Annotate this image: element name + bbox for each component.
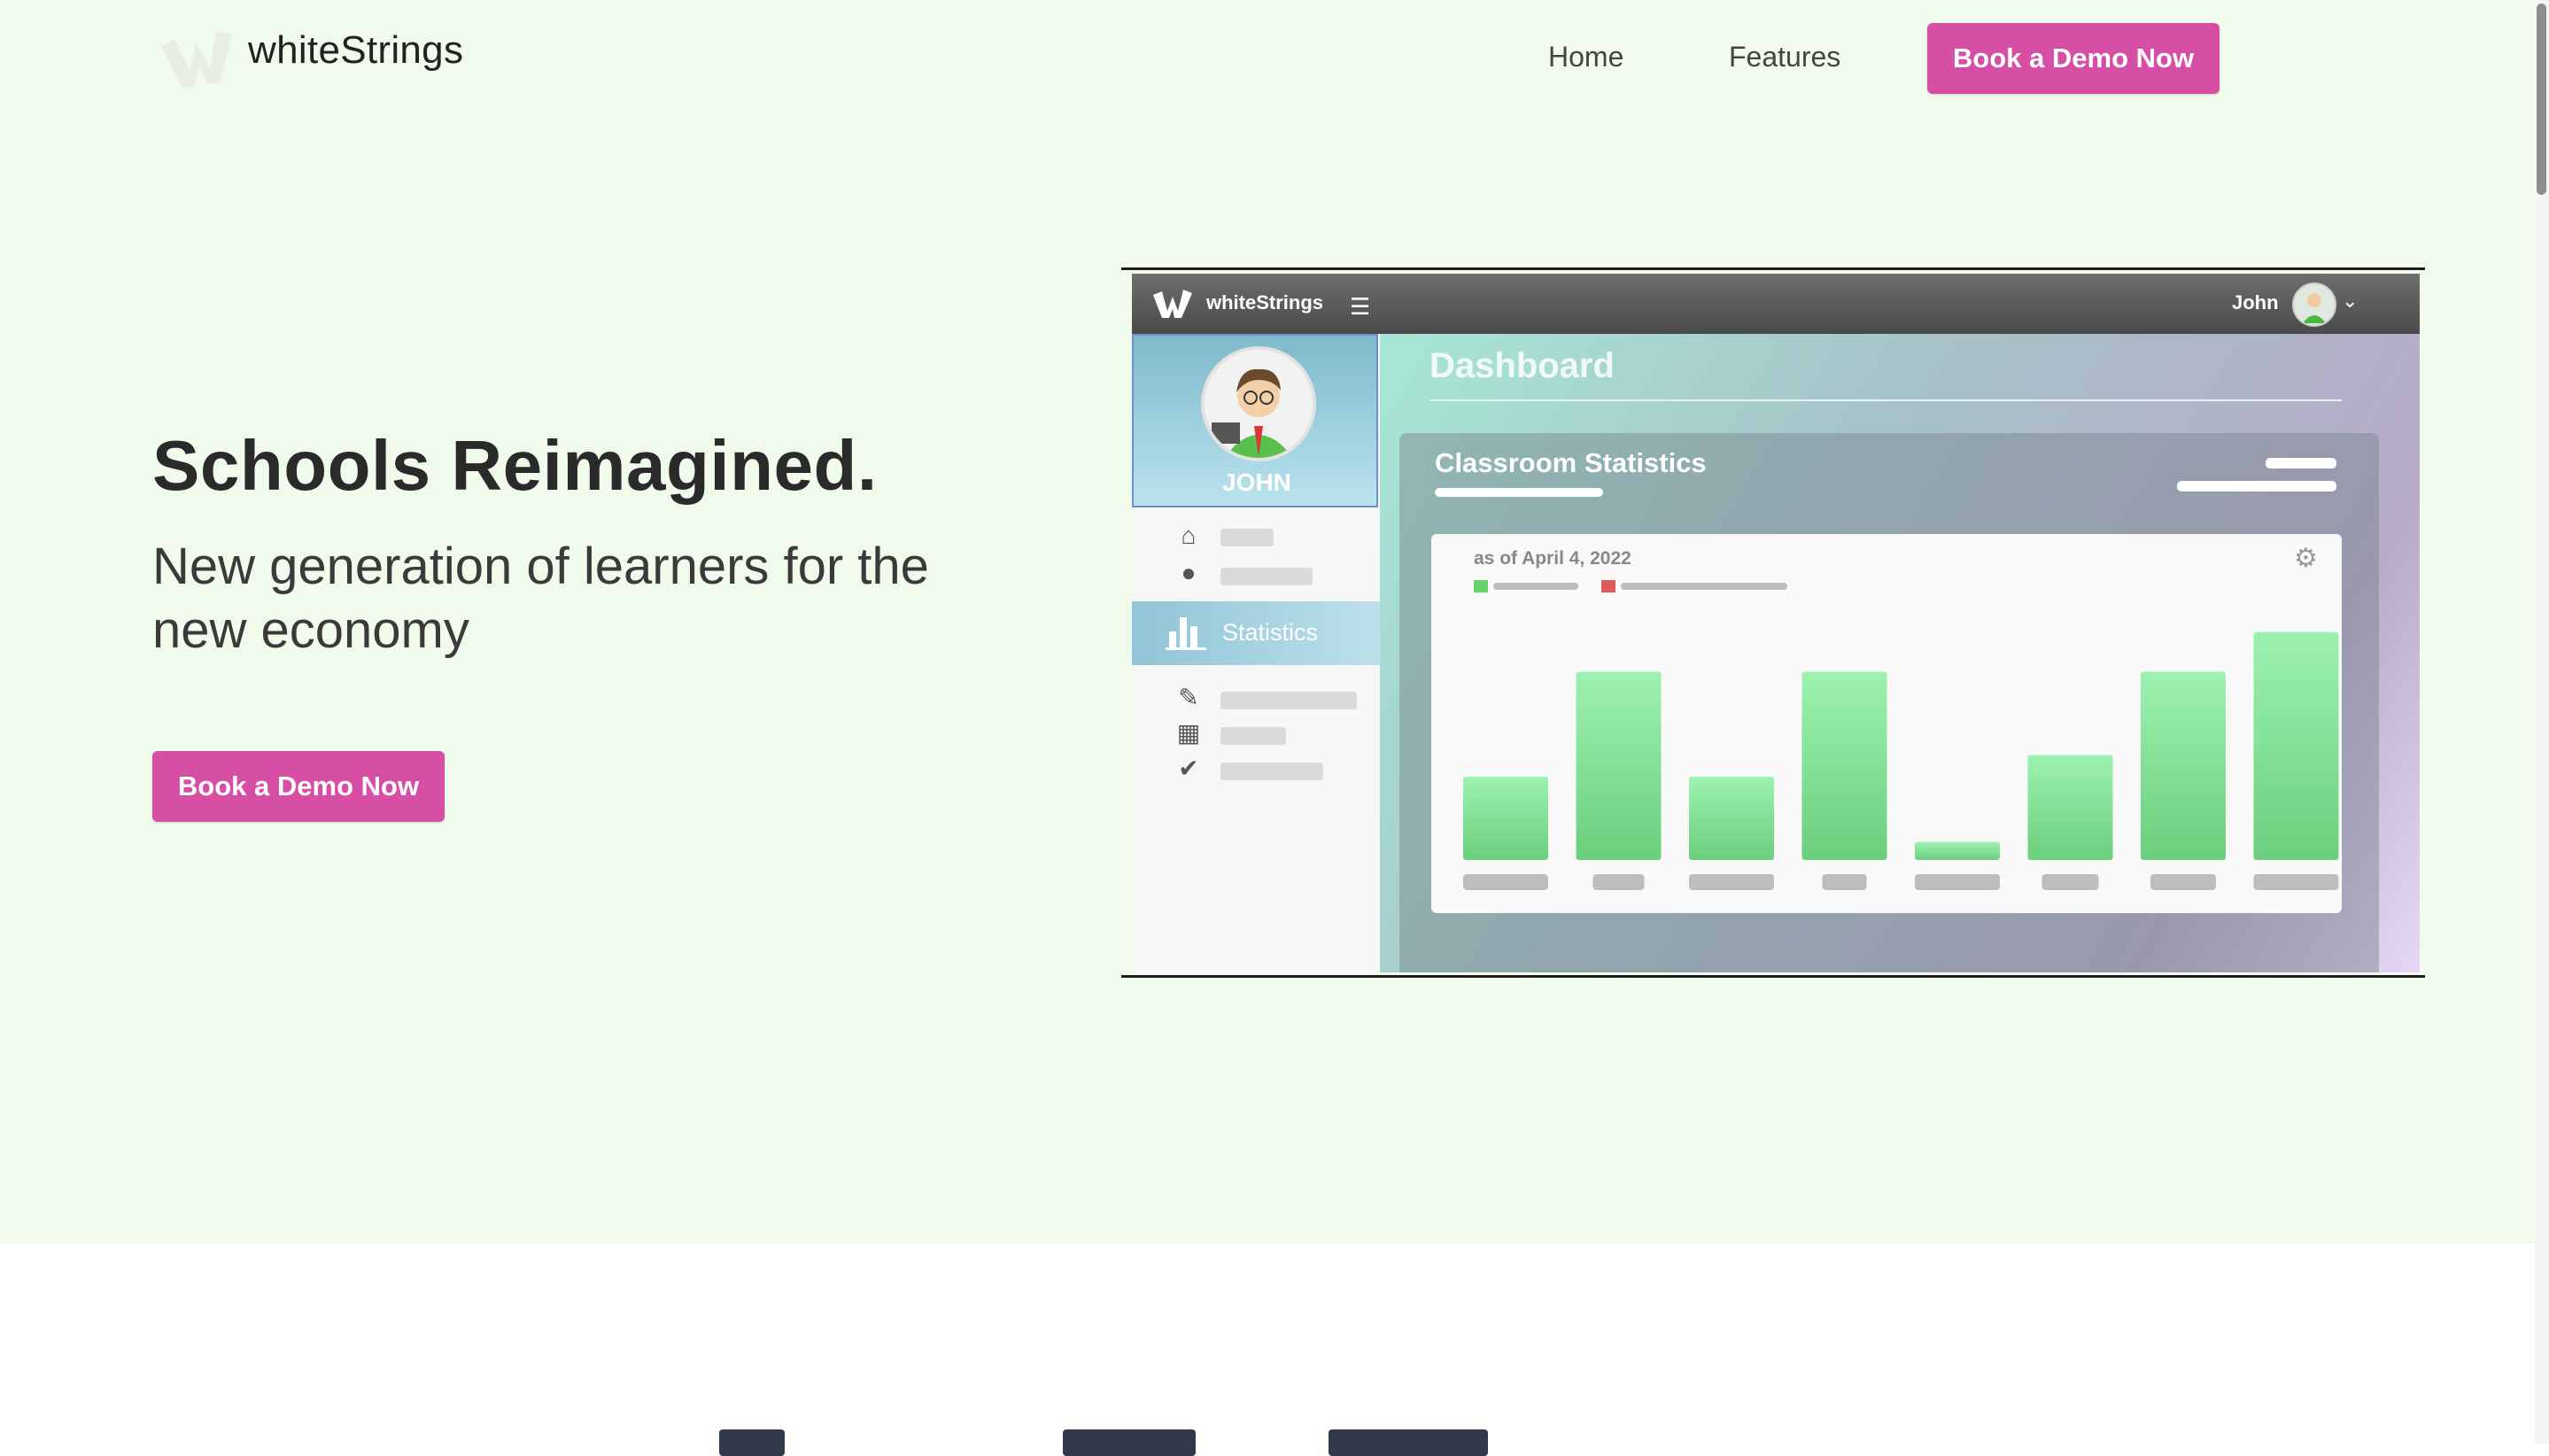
page-scrollbar[interactable]: [2535, 0, 2549, 1444]
whitestrings-logo[interactable]: [158, 23, 243, 92]
title-divider: [1429, 399, 2342, 401]
chart-bar: [2027, 755, 2113, 860]
menu-placeholder-bar: [1220, 727, 1286, 745]
card-title: Classroom Statistics: [1435, 447, 1707, 478]
chart-bar: [1801, 671, 1887, 860]
menu-placeholder-bar: [1220, 568, 1313, 585]
chart-bar: [1463, 777, 1548, 860]
hero-subheadline: New generation of learners for the new e…: [152, 538, 929, 659]
x-tick-label-placeholder: [1689, 874, 1774, 890]
mockup-topbar: whiteStrings ☰ John ⌄: [1132, 274, 2420, 334]
hero-headline: Schools Reimagined.: [152, 426, 878, 505]
card-placeholder-line: [2266, 458, 2336, 469]
classroom-statistics-card: Classroom Statistics as of April 4, 2022…: [1399, 433, 2379, 972]
check-circle-icon: ✔: [1178, 755, 1199, 782]
mockup-brand: whiteStrings: [1206, 291, 1324, 314]
mockup-username: John: [2232, 291, 2279, 314]
mockup-avatar: [2292, 283, 2336, 327]
nav-link-features[interactable]: Features: [1729, 41, 1840, 74]
chart-bar: [1915, 841, 2000, 860]
bar-chart: as of April 4, 2022 ⚙: [1431, 534, 2342, 913]
nav-link-home[interactable]: Home: [1548, 41, 1623, 74]
x-tick-label-placeholder: [2150, 874, 2216, 890]
calendar-icon: ▦: [1176, 719, 1201, 747]
profile-name: JOHN: [1222, 469, 1291, 496]
chart-bar: [1576, 671, 1662, 860]
menu-placeholder-bar: [1220, 692, 1357, 709]
x-tick-label-placeholder: [1463, 874, 1548, 890]
mockup-profile-card: JOHN: [1132, 334, 1378, 507]
book-demo-hero-button[interactable]: Book a Demo Now: [152, 751, 445, 822]
x-tick-label-placeholder: [1592, 874, 1645, 890]
profile-avatar: [1201, 346, 1316, 461]
card-subtitle-placeholder: [1435, 488, 1603, 497]
hero-section: whiteStrings Home Features Book a Demo N…: [0, 0, 2549, 1243]
x-tick-label-placeholder: [1915, 874, 2000, 890]
chart-bar: [2141, 671, 2226, 860]
sidebar-item-label: Statistics: [1222, 619, 1319, 646]
mockup-sidebar: JOHN ⌂ ● Statistics ✎ ▦ ✔: [1132, 334, 1394, 972]
dashboard-mockup-image: whiteStrings ☰ John ⌄ JOHN ⌂ ● Statistic…: [1121, 267, 2425, 978]
book-demo-nav-button[interactable]: Book a Demo Now: [1927, 23, 2220, 94]
brand-name[interactable]: whiteStrings: [248, 28, 463, 73]
chart-bar: [2253, 631, 2339, 860]
chart-bars: [1463, 631, 2339, 890]
mockup-logo-icon: [1153, 290, 1192, 318]
user-circle-icon: ●: [1181, 559, 1197, 586]
x-tick-label-placeholder: [2253, 874, 2339, 890]
card-placeholder-line: [2177, 481, 2336, 492]
statistics-icon: [1166, 617, 1206, 650]
chevron-down-icon: ⌄: [2342, 290, 2359, 312]
mockup-main-panel: Dashboard Classroom Statistics as of Apr…: [1380, 334, 2420, 972]
scrollbar-thumb[interactable]: [2537, 4, 2546, 195]
hamburger-icon: ☰: [1350, 293, 1371, 320]
dashboard-title: Dashboard: [1429, 346, 1615, 385]
menu-placeholder-bar: [1220, 529, 1274, 546]
menu-placeholder-bar: [1220, 763, 1323, 780]
x-tick-label-placeholder: [1822, 874, 1867, 890]
chart-bar: [1689, 777, 1774, 860]
home-icon: ⌂: [1181, 522, 1197, 549]
pencil-icon: ✎: [1178, 684, 1199, 711]
next-section-heading: [709, 1421, 1860, 1456]
x-tick-label-placeholder: [2042, 874, 2099, 890]
sidebar-item-statistics: Statistics: [1132, 601, 1394, 665]
